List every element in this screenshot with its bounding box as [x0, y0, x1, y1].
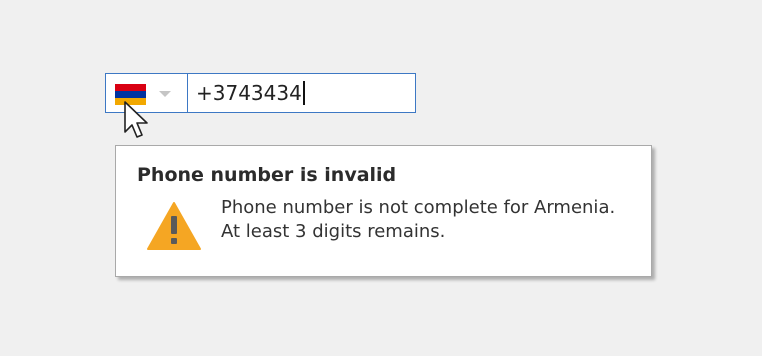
tooltip-message-line: At least 3 digits remains.	[221, 221, 446, 242]
warning-icon	[147, 202, 201, 250]
text-caret	[302, 81, 305, 105]
phone-number-value: +3743434	[196, 81, 302, 105]
chevron-down-icon[interactable]	[159, 91, 171, 97]
tooltip-title: Phone number is invalid	[137, 164, 397, 186]
tooltip-message: Phone number is not complete for Armenia…	[221, 196, 615, 244]
tooltip-message-line: Phone number is not complete for Armenia…	[221, 197, 616, 218]
validation-tooltip: Phone number is invalid Phone number is …	[115, 145, 652, 277]
mouse-pointer-icon	[124, 101, 148, 138]
phone-number-input[interactable]: +3743434	[188, 74, 415, 112]
